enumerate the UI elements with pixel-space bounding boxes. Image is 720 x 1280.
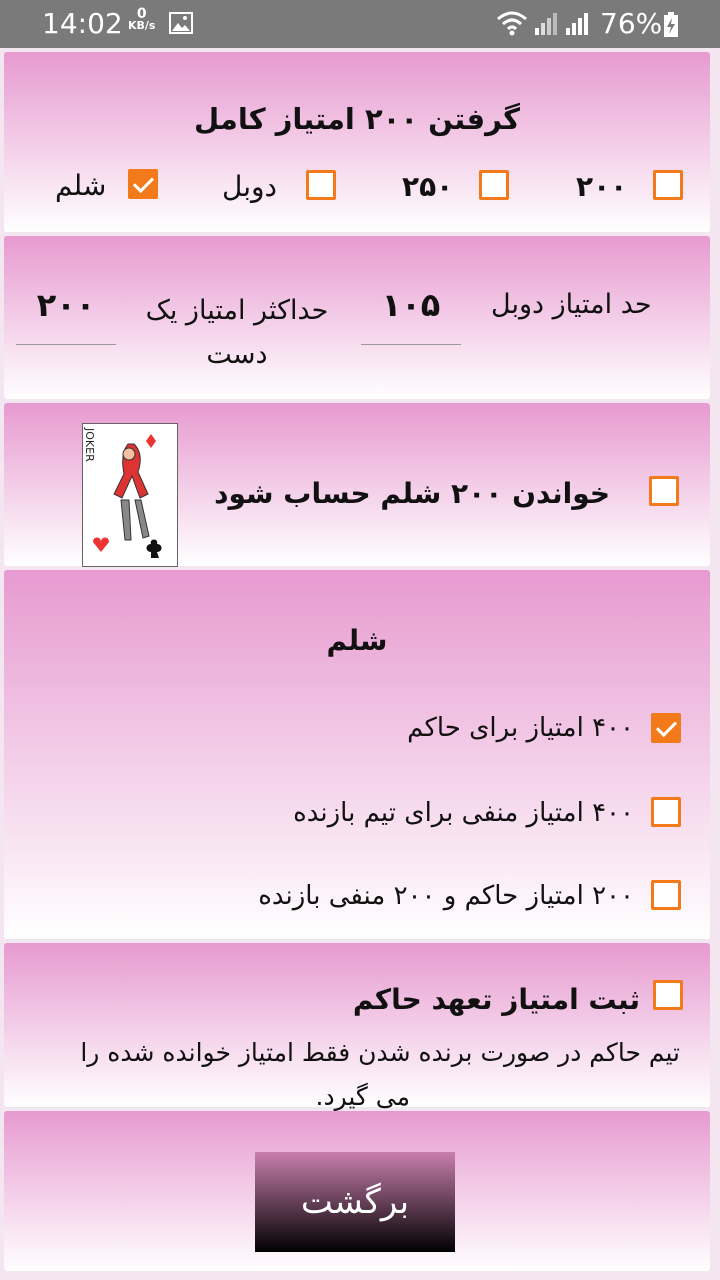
option-250-label: ۲۵۰ bbox=[402, 170, 454, 203]
option-slam-label: شلم bbox=[55, 169, 107, 202]
option-250-checkbox[interactable] bbox=[479, 170, 509, 200]
net-speed-unit: KB/s bbox=[128, 19, 156, 32]
max-hand-label-line1: حداکثر امتیاز یک bbox=[145, 295, 329, 326]
call-200-checkbox[interactable] bbox=[649, 476, 679, 506]
back-panel: برگشت bbox=[4, 1111, 710, 1271]
commitment-checkbox[interactable] bbox=[653, 980, 683, 1010]
slam-option-1-checkbox[interactable] bbox=[651, 713, 681, 743]
option-double-label: دوبل bbox=[222, 170, 277, 203]
max-hand-label: حداکثر امتیاز یک دست bbox=[124, 289, 350, 377]
joker-card-image: JOKER bbox=[82, 423, 178, 567]
slam-panel: شلم ۴۰۰ امتیاز برای حاکم ۴۰۰ امتیاز منفی… bbox=[4, 570, 710, 939]
slam-option-1-label: ۴۰۰ امتیاز برای حاکم bbox=[407, 713, 634, 743]
commitment-description: تیم حاکم در صورت برنده شدن فقط امتیاز خو… bbox=[32, 1031, 680, 1119]
max-hand-input[interactable]: ۲۰۰ bbox=[16, 286, 116, 324]
double-limit-underline bbox=[361, 344, 461, 345]
double-limit-input[interactable]: ۱۰۵ bbox=[361, 286, 461, 324]
wifi-icon bbox=[497, 11, 527, 36]
commitment-panel: ثبت امتیاز تعهد حاکم تیم حاکم در صورت بر… bbox=[4, 943, 710, 1111]
full-points-title: گرفتن ۲۰۰ امتیاز کامل bbox=[194, 102, 520, 136]
back-button[interactable]: برگشت bbox=[255, 1152, 455, 1252]
option-slam-checkbox[interactable] bbox=[128, 169, 158, 199]
slam-option-3-label: ۲۰۰ امتیاز حاکم و ۲۰۰ منفی بازنده bbox=[258, 881, 634, 911]
commitment-label: ثبت امتیاز تعهد حاکم bbox=[352, 983, 640, 1016]
option-200-label: ۲۰۰ bbox=[576, 170, 628, 203]
image-notification-icon bbox=[169, 12, 193, 34]
option-200-checkbox[interactable] bbox=[653, 170, 683, 200]
slam-title: شلم bbox=[326, 624, 388, 657]
option-double-checkbox[interactable] bbox=[306, 170, 336, 200]
joker-card-label: JOKER bbox=[83, 427, 96, 462]
call-200-panel: خواندن ۲۰۰ شلم حساب شود JOKER bbox=[4, 403, 710, 567]
battery-percent: 76% bbox=[600, 7, 663, 40]
battery-charging-icon bbox=[664, 12, 678, 37]
net-speed: 0 KB/s bbox=[128, 7, 156, 32]
limits-panel: حد امتیاز دوبل ۱۰۵ حداکثر امتیاز یک دست … bbox=[4, 236, 710, 399]
slam-option-2-label: ۴۰۰ امتیاز منفی برای تیم بازنده bbox=[293, 798, 634, 828]
status-bar: 14:02 0 KB/s 76% bbox=[0, 0, 720, 48]
max-hand-label-line2: دست bbox=[206, 339, 268, 370]
slam-option-3-checkbox[interactable] bbox=[651, 880, 681, 910]
call-200-label: خواندن ۲۰۰ شلم حساب شود bbox=[214, 477, 610, 510]
max-hand-underline bbox=[16, 344, 116, 345]
slam-option-2-checkbox[interactable] bbox=[651, 797, 681, 827]
signal-icon bbox=[535, 13, 557, 35]
commitment-description-line1: تیم حاکم در صورت برنده شدن فقط امتیاز خو… bbox=[80, 1038, 680, 1067]
double-limit-label: حد امتیاز دوبل bbox=[491, 289, 652, 320]
full-points-panel: گرفتن ۲۰۰ امتیاز کامل ۲۰۰ ۲۵۰ دوبل شلم bbox=[4, 52, 710, 232]
status-time: 14:02 bbox=[42, 7, 123, 40]
signal-icon-2 bbox=[566, 13, 588, 35]
